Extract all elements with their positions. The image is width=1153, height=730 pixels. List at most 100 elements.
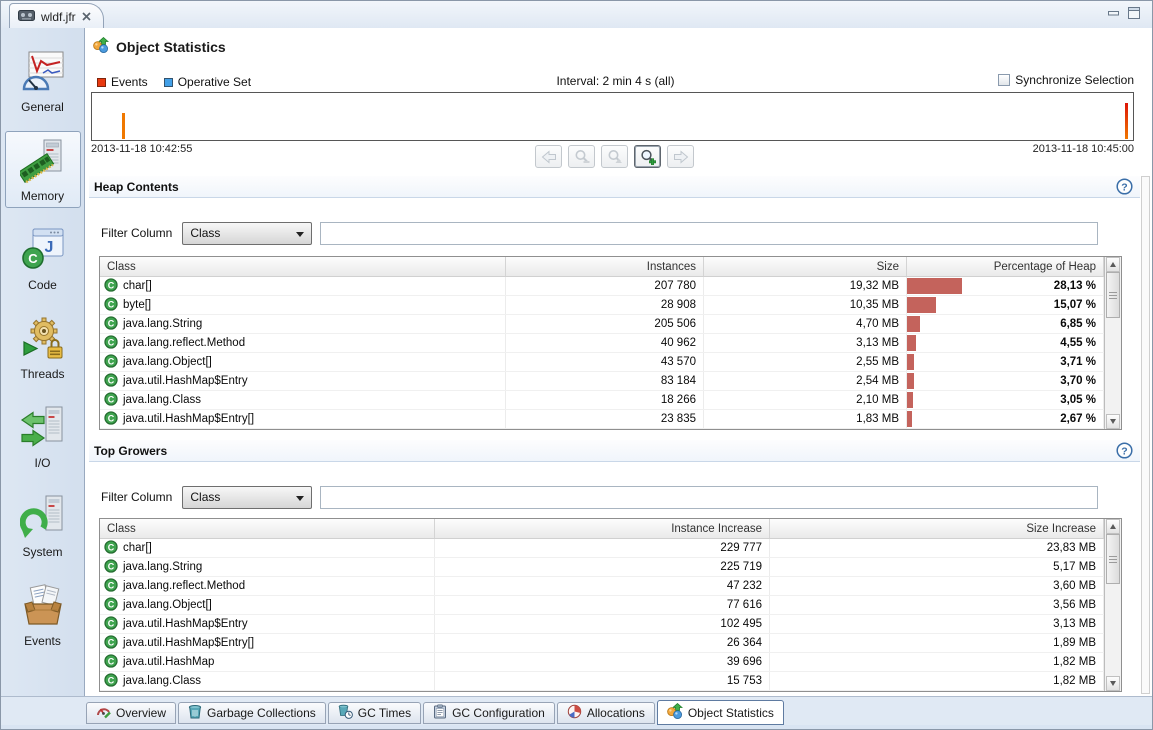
- trash-icon: [188, 704, 202, 722]
- sidebar-item-code[interactable]: JCCode: [5, 220, 81, 297]
- heap-contents-section-header: Heap Contents ?: [89, 176, 1140, 198]
- table-row[interactable]: Cbyte[]28 90810,35 MB15,07 %: [100, 296, 1121, 315]
- column-header-instance-increase[interactable]: Instance Increase: [435, 519, 770, 538]
- tab-overview[interactable]: Overview: [86, 702, 176, 724]
- close-icon[interactable]: [82, 10, 91, 24]
- table-row[interactable]: Cjava.util.HashMap$Entry83 1842,54 MB3,7…: [100, 372, 1121, 391]
- scrollbar-thumb[interactable]: [1106, 272, 1120, 318]
- instance-increase-cell: 225 719: [435, 558, 770, 576]
- help-icon[interactable]: ?: [1116, 178, 1133, 195]
- class-cell: Cchar[]: [100, 539, 435, 557]
- table-row[interactable]: Cjava.lang.Class18 2662,10 MB3,05 %: [100, 391, 1121, 410]
- scroll-down-arrow[interactable]: [1106, 414, 1120, 429]
- tab-allocations[interactable]: Allocations: [557, 702, 655, 724]
- column-header-size[interactable]: Size: [704, 257, 907, 276]
- percentage-of-heap-cell: 3,70 %: [907, 372, 1104, 390]
- table-row[interactable]: Cjava.lang.String225 7195,17 MB: [100, 558, 1121, 577]
- table-row[interactable]: Cchar[]207 78019,32 MB28,13 %: [100, 277, 1121, 296]
- percentage-of-heap-cell: 2,67 %: [907, 410, 1104, 428]
- scroll-down-arrow[interactable]: [1106, 676, 1120, 691]
- size-increase-cell: 23,83 MB: [770, 539, 1104, 557]
- cell-value: 4,70 MB: [856, 318, 899, 330]
- sidebar-item-system[interactable]: System: [5, 487, 81, 564]
- svg-text:C: C: [108, 637, 115, 647]
- class-icon: C: [104, 392, 118, 409]
- filter-column-combo[interactable]: Class: [182, 486, 312, 509]
- table-scrollbar[interactable]: [1104, 257, 1121, 429]
- svg-text:C: C: [108, 413, 115, 423]
- table-row[interactable]: Cjava.util.HashMap$Entry[]23 8351,83 MB2…: [100, 410, 1121, 429]
- instances-cell: 83 184: [506, 372, 704, 390]
- instances-cell: 18 266: [506, 391, 704, 409]
- tab-label: Garbage Collections: [207, 706, 316, 720]
- filter-text-input[interactable]: [320, 222, 1098, 245]
- synchronize-checkbox[interactable]: [998, 74, 1010, 86]
- sidebar-item-label: I/O: [34, 456, 50, 470]
- table-scrollbar[interactable]: [1104, 519, 1121, 691]
- sidebar-item-label: General: [21, 100, 64, 114]
- scroll-up-arrow[interactable]: [1106, 519, 1120, 534]
- zoom-in-button[interactable]: [634, 145, 661, 168]
- maximize-icon[interactable]: [1128, 7, 1140, 19]
- svg-text:C: C: [108, 618, 115, 628]
- instances-cell: 23 835: [506, 410, 704, 428]
- class-name: java.lang.String: [123, 561, 202, 573]
- sidebar: General Memory JCCode Threads I/O System Event…: [1, 28, 85, 696]
- table-row[interactable]: Cjava.lang.reflect.Method40 9623,13 MB4,…: [100, 334, 1121, 353]
- percentage-bar: [907, 316, 920, 332]
- timeline-chart[interactable]: [91, 92, 1134, 141]
- table-row[interactable]: Cjava.util.HashMap39 6961,82 MB: [100, 653, 1121, 672]
- minimize-icon[interactable]: [1108, 11, 1119, 16]
- sidebar-item-events[interactable]: Events: [5, 576, 81, 653]
- synchronize-selection[interactable]: Synchronize Selection: [998, 73, 1134, 87]
- table-row[interactable]: Cjava.lang.Object[]77 6163,56 MB: [100, 596, 1121, 615]
- percentage-bar: [907, 411, 912, 427]
- scrollbar-thumb[interactable]: [1106, 534, 1120, 584]
- cell-value: 3,60 MB: [1053, 580, 1096, 592]
- sidebar-item-general[interactable]: General: [5, 42, 81, 119]
- tab-gc-configuration[interactable]: GC Configuration: [423, 702, 555, 724]
- column-header-class[interactable]: Class: [100, 257, 506, 276]
- table-row[interactable]: Cjava.lang.Object[]43 5702,55 MB3,71 %: [100, 353, 1121, 372]
- filter-text-input[interactable]: [320, 486, 1098, 509]
- jfr-file-icon: [18, 9, 35, 25]
- svg-text:C: C: [108, 337, 115, 347]
- percentage-value: 3,71 %: [1060, 356, 1096, 368]
- system-refresh-icon: [20, 494, 66, 543]
- sidebar-item-label: Threads: [20, 367, 64, 381]
- tab-object-statistics[interactable]: Object Statistics: [657, 700, 784, 725]
- sidebar-item-memory[interactable]: Memory: [5, 131, 81, 208]
- io-arrows-icon: [20, 405, 66, 454]
- editor-tab-wldf-jfr[interactable]: wldf.jfr: [9, 3, 104, 29]
- percentage-value: 15,07 %: [1054, 299, 1096, 311]
- scroll-up-arrow[interactable]: [1106, 257, 1120, 272]
- sidebar-item-i-o[interactable]: I/O: [5, 398, 81, 475]
- table-row[interactable]: Cjava.lang.Class15 7531,82 MB: [100, 672, 1121, 691]
- cell-value: 83 184: [661, 375, 696, 387]
- table-row[interactable]: Cjava.lang.String205 5064,70 MB6,85 %: [100, 315, 1121, 334]
- sidebar-item-threads[interactable]: Threads: [5, 309, 81, 386]
- form-scrollbar[interactable]: [1141, 176, 1150, 694]
- column-header-size-increase[interactable]: Size Increase: [770, 519, 1104, 538]
- column-header-instances[interactable]: Instances: [506, 257, 704, 276]
- tab-garbage-collections[interactable]: Garbage Collections: [178, 702, 326, 724]
- magnifier-minus-icon: [574, 149, 590, 165]
- column-header-percentage-of-heap[interactable]: Percentage of Heap: [907, 257, 1104, 276]
- help-icon[interactable]: ?: [1116, 442, 1133, 459]
- heap-contents-table: ClassInstancesSizePercentage of HeapCcha…: [99, 256, 1122, 430]
- application-window: wldf.jfr General Memory JCCode Threads I/O Sy…: [0, 0, 1153, 730]
- column-header-class[interactable]: Class: [100, 519, 435, 538]
- percentage-value: 6,85 %: [1060, 318, 1096, 330]
- magnifier-select-icon: [607, 149, 623, 165]
- table-row[interactable]: Cjava.lang.reflect.Method47 2323,60 MB: [100, 577, 1121, 596]
- percentage-bar: [907, 392, 913, 408]
- svg-text:?: ?: [1121, 445, 1127, 457]
- table-row[interactable]: Cjava.util.HashMap$Entry102 4953,13 MB: [100, 615, 1121, 634]
- cell-value: 2,54 MB: [856, 375, 899, 387]
- percentage-value: 2,67 %: [1060, 413, 1096, 425]
- table-row[interactable]: Cchar[]229 77723,83 MB: [100, 539, 1121, 558]
- cell-value: 40 962: [661, 337, 696, 349]
- filter-column-combo[interactable]: Class: [182, 222, 312, 245]
- table-row[interactable]: Cjava.util.HashMap$Entry[]26 3641,89 MB: [100, 634, 1121, 653]
- tab-gc-times[interactable]: GC Times: [328, 702, 421, 724]
